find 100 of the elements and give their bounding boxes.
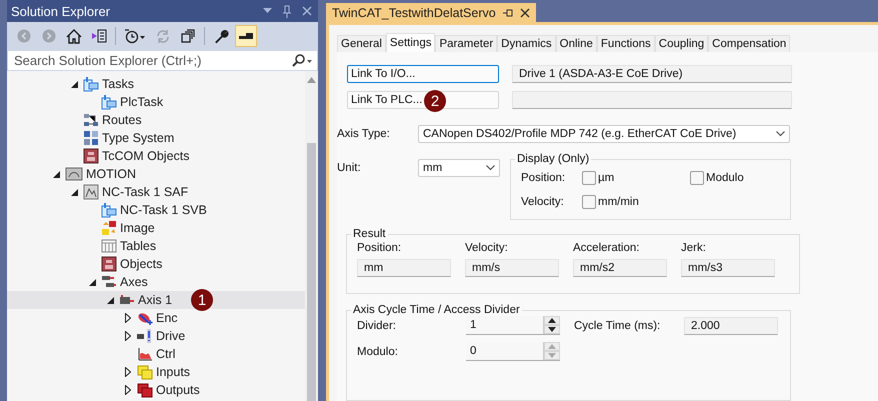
output-blocks-icon xyxy=(137,382,153,398)
home-icon xyxy=(66,28,82,44)
tree-item[interactable]: Enc xyxy=(7,309,305,327)
network-icon xyxy=(83,112,99,128)
expanded-arrow-icon[interactable] xyxy=(88,278,96,286)
checkbox-label: mm/min xyxy=(598,196,639,208)
collapsed-arrow-icon[interactable] xyxy=(125,331,131,341)
up-arrow-icon xyxy=(548,344,556,349)
dropdown-icon[interactable] xyxy=(263,8,272,14)
unit-field: mm/s xyxy=(465,259,559,277)
checkbox-label: Modulo xyxy=(706,172,744,184)
tree-item[interactable]: Axes xyxy=(7,273,305,291)
checkbox[interactable] xyxy=(582,171,596,185)
down-arrow-icon xyxy=(548,327,556,332)
axes-icon xyxy=(101,274,117,290)
tree-item[interactable]: Outputs xyxy=(7,381,305,399)
tab[interactable]: Online xyxy=(556,35,597,52)
image-blocks-icon xyxy=(101,220,117,236)
checkbox[interactable] xyxy=(690,171,704,185)
field-label: Jerk: xyxy=(681,242,707,254)
field-label: Velocity: xyxy=(521,196,565,208)
axis-type-dropdown[interactable]: CANopen DS402/Profile MDP 742 (e.g. EtherCAT CoE Drive) xyxy=(418,125,790,143)
field-label: Divider: xyxy=(357,320,397,332)
collapse-all-icon xyxy=(180,29,196,43)
tab[interactable]: Compensation xyxy=(708,35,790,52)
tab[interactable]: Parameter xyxy=(435,35,498,52)
pin-icon[interactable] xyxy=(282,4,292,18)
field-label: Cycle Time (ms): xyxy=(574,320,662,332)
checkbox-label: µm xyxy=(598,172,614,184)
link-target-field: Drive 1 (ASDA-A3-E CoE Drive) xyxy=(512,65,792,83)
number-spinner[interactable]: 1 xyxy=(466,316,560,335)
field-label: Axis Type: xyxy=(337,128,391,140)
tab[interactable]: Functions xyxy=(596,35,655,52)
link-button[interactable]: Link To PLC... 2 xyxy=(347,91,499,109)
link-button[interactable]: Link To I/O... xyxy=(347,65,499,83)
expanded-arrow-icon[interactable] xyxy=(106,296,114,304)
tree-item[interactable]: Drive xyxy=(7,327,305,345)
tree-item[interactable]: Type System xyxy=(7,129,305,147)
collapsed-arrow-icon[interactable] xyxy=(125,313,131,323)
close-icon[interactable] xyxy=(520,8,530,18)
refresh-icon xyxy=(155,28,171,44)
field-label: Modulo: xyxy=(357,346,399,358)
group-title: Result xyxy=(352,228,387,240)
forward-icon xyxy=(42,29,56,43)
tab[interactable]: Settings xyxy=(386,33,436,52)
search-icon[interactable] xyxy=(291,54,313,68)
preview-icon xyxy=(238,31,254,41)
task-icon xyxy=(83,76,99,92)
field-label: Unit: xyxy=(337,162,362,174)
field-label: Position: xyxy=(357,242,402,254)
tab[interactable]: General xyxy=(337,35,386,52)
back-icon xyxy=(17,29,31,43)
tree-item[interactable]: Tables xyxy=(7,237,305,255)
object-cube-icon xyxy=(101,256,117,272)
document-tab[interactable]: TwinCAT_TestwithDelatServo xyxy=(326,3,536,22)
motion-icon xyxy=(65,166,83,182)
field-label: Position: xyxy=(521,172,566,184)
tree-item[interactable]: PlcTask xyxy=(7,93,305,111)
collapsed-arrow-icon[interactable] xyxy=(125,385,131,395)
tree-item[interactable]: Ctrl xyxy=(7,345,305,363)
toolbar-button[interactable] xyxy=(235,25,257,47)
document-sync-icon xyxy=(91,28,107,44)
tab[interactable]: Dynamics xyxy=(497,35,556,52)
callout-badge: 1 xyxy=(191,289,213,311)
scrollbar[interactable] xyxy=(305,71,318,401)
up-arrow-icon xyxy=(548,318,556,323)
close-icon[interactable] xyxy=(302,6,312,16)
search-field[interactable]: Search Solution Explorer (Ctrl+;) xyxy=(7,50,318,71)
expanded-arrow-icon[interactable] xyxy=(52,170,60,178)
group-title: Display (Only) xyxy=(516,153,590,165)
tree-item[interactable]: Objects xyxy=(7,255,305,273)
chevron-down-icon xyxy=(776,131,785,137)
tree-item[interactable]: TcCOM Objects xyxy=(7,147,305,165)
drive-icon xyxy=(137,328,153,344)
unit-dropdown[interactable]: mm xyxy=(418,159,500,177)
table-icon xyxy=(101,238,117,254)
expanded-arrow-icon[interactable] xyxy=(70,188,78,196)
tree-item[interactable]: Axis 1 1 xyxy=(7,291,305,309)
task-icon xyxy=(101,94,117,110)
checkbox[interactable] xyxy=(582,195,596,209)
expanded-arrow-icon[interactable] xyxy=(70,80,78,88)
group-title: Axis Cycle Time / Access Divider xyxy=(352,304,521,316)
unit-field: mm/s3 xyxy=(681,259,775,277)
tree-item[interactable]: Image xyxy=(7,219,305,237)
down-arrow-icon xyxy=(548,353,556,358)
object-cube-icon xyxy=(83,148,99,164)
tab[interactable]: Coupling xyxy=(654,35,708,52)
tree-item[interactable]: MOTION xyxy=(7,165,305,183)
tree-item[interactable]: Routes xyxy=(7,111,305,129)
collapsed-arrow-icon[interactable] xyxy=(125,367,131,377)
tree-item[interactable]: NC-Task 1 SVB xyxy=(7,201,305,219)
history-icon xyxy=(124,28,146,44)
tree-item[interactable]: Inputs xyxy=(7,363,305,381)
pin-icon[interactable] xyxy=(502,8,514,18)
tree-item[interactable]: Tasks xyxy=(7,75,305,93)
task-icon xyxy=(101,202,117,218)
unit-field: mm/s2 xyxy=(573,259,667,277)
input-blocks-icon xyxy=(137,364,153,380)
tree-item[interactable]: NC-Task 1 SAF xyxy=(7,183,305,201)
field-label: Acceleration: xyxy=(573,242,640,254)
